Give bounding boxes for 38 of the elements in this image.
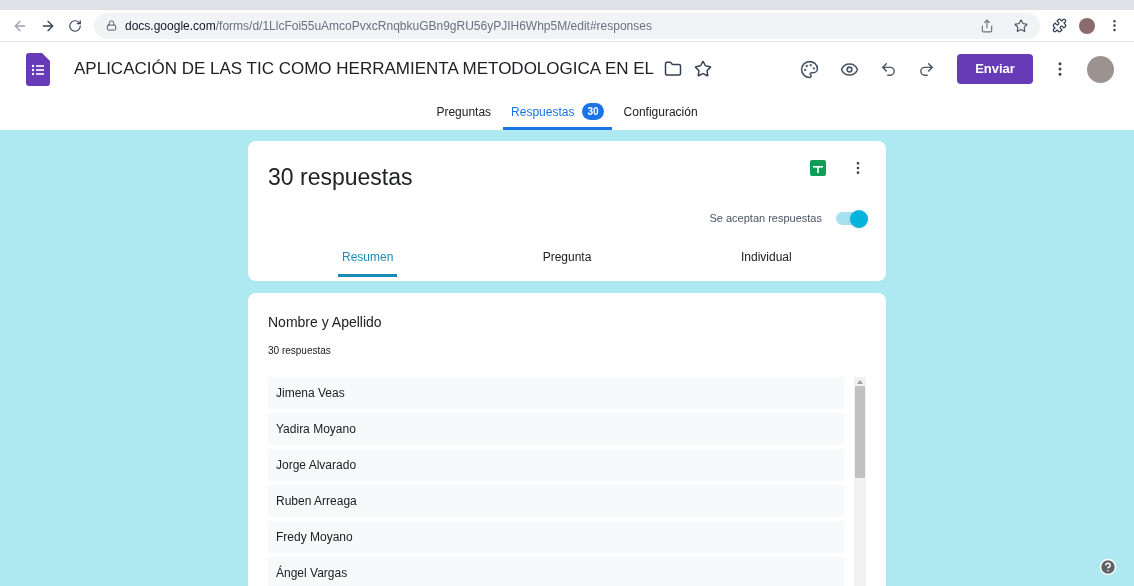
answer-row: Fredy Moyano	[268, 521, 844, 553]
redo-icon[interactable]	[918, 60, 935, 78]
url-text: docs.google.com/forms/d/1LlcFoi55uAmcoPvxcRnqbkuGBn9gRU56yPJIH6Whp5M/edit#responses	[125, 17, 652, 35]
summary-tab[interactable]: Individual	[666, 243, 866, 281]
share-icon[interactable]	[980, 18, 994, 33]
send-button[interactable]: Enviar	[957, 54, 1033, 84]
spreadsheet-icon[interactable]	[810, 160, 826, 176]
folder-icon[interactable]	[664, 60, 682, 78]
answer-row: Jimena Veas	[268, 377, 844, 409]
answer-row: Yadira Moyano	[268, 413, 844, 445]
responses-heading: 30 respuestas	[268, 163, 413, 192]
puzzle-icon[interactable]	[1052, 18, 1067, 33]
answer-count: 30 respuestas	[268, 344, 332, 358]
account-avatar[interactable]	[1087, 55, 1114, 83]
lock-icon	[106, 20, 117, 31]
undo-icon[interactable]	[880, 60, 897, 78]
answer-row: Jorge Alvarado	[268, 449, 844, 481]
star-icon[interactable]	[694, 60, 712, 78]
accepting-toggle[interactable]	[836, 208, 868, 229]
star-icon[interactable]	[1014, 18, 1028, 33]
answer-row: Ruben Arreaga	[268, 485, 844, 517]
question-title: Nombre y Apellido	[268, 313, 383, 332]
profile-avatar[interactable]	[1079, 17, 1095, 34]
address-bar[interactable]: docs.google.com/forms/d/1LlcFoi55uAmcoPvxcRnqbkuGBn9gRU56yPJIH6Whp5M/edit#responses	[94, 12, 1040, 39]
accepting-responses-label: Se aceptan respuestas	[709, 211, 822, 227]
nav-tab[interactable]: Configuración	[615, 96, 706, 130]
summary-tab[interactable]: Resumen	[268, 243, 468, 281]
palette-icon[interactable]	[800, 59, 819, 79]
form-document-icon[interactable]	[26, 52, 50, 86]
help-icon[interactable]	[1099, 558, 1117, 576]
reload-icon[interactable]	[68, 18, 82, 33]
answer-row: Ángel Vargas	[268, 557, 844, 586]
count-badge: 30	[582, 103, 604, 120]
nav-tab[interactable]: Respuestas 30	[503, 96, 612, 130]
list-scrollbar[interactable]	[854, 377, 866, 586]
summary-tab[interactable]: Pregunta	[467, 243, 667, 281]
nav-tab[interactable]: Preguntas	[428, 96, 500, 130]
form-title[interactable]: APLICACIÓN DE LAS TIC COMO HERRAMIENTA METODOLOGICA EN EL	[74, 56, 654, 82]
